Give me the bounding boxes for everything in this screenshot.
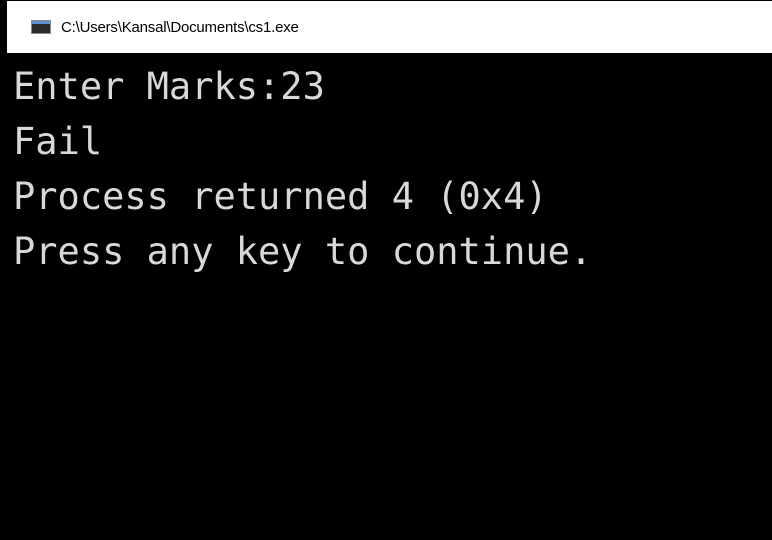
console-output[interactable]: Enter Marks:23 Fail Process returned 4 (…	[7, 53, 772, 540]
title-bar[interactable]: C:\Users\Kansal\Documents\cs1.exe	[7, 1, 772, 53]
console-line-prompt: Enter Marks:23	[13, 65, 325, 108]
console-window: C:\Users\Kansal\Documents\cs1.exe Enter …	[0, 0, 772, 540]
window-title: C:\Users\Kansal\Documents\cs1.exe	[61, 18, 299, 36]
console-line-continue: Press any key to continue.	[13, 230, 593, 273]
console-line-result: Fail	[13, 120, 103, 163]
console-app-icon	[31, 20, 51, 34]
console-line-return-code: Process returned 4 (0x4)	[13, 175, 548, 218]
